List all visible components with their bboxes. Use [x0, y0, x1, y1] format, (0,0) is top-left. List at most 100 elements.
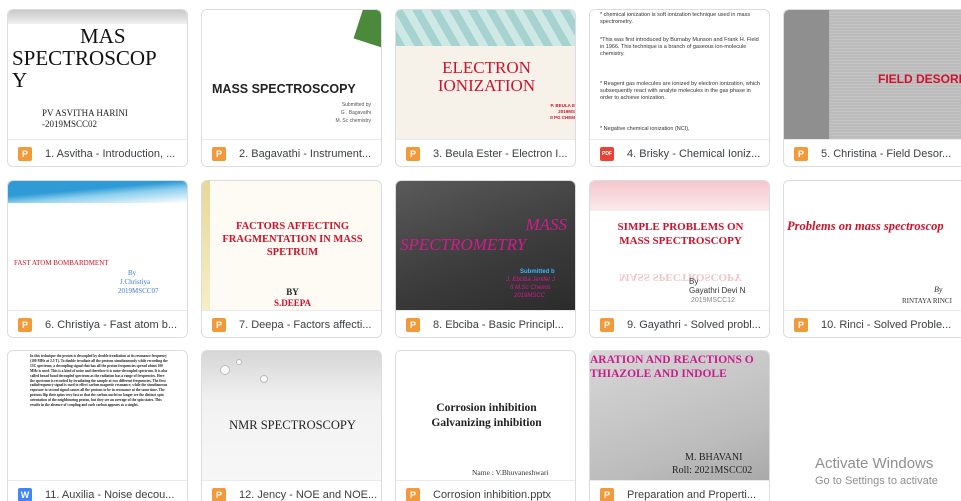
- file-card[interactable]: * chemical ionization is soft ionization…: [589, 9, 770, 167]
- file-thumbnail: * chemical ionization is soft ionization…: [590, 10, 769, 139]
- file-thumbnail: SIMPLE PROBLEMS ON MASS SPECTROSCOPY MAS…: [590, 181, 769, 310]
- file-card[interactable]: In this technique the proton is decouple…: [7, 350, 188, 501]
- slide-roll: Roll: 2021MSCC02: [672, 465, 753, 476]
- file-name: 5. Christina - Field Desor...: [821, 148, 952, 160]
- file-footer: P 10. Rinci - Solved Proble...: [784, 310, 961, 337]
- slide-by: BY: [286, 287, 299, 297]
- slide-subtitle: Submitted b: [520, 269, 555, 275]
- file-thumbnail: Corrosion inhibition Galvanizing inhibit…: [396, 351, 575, 480]
- slide-subtitle: P. BEULA E: [550, 103, 575, 108]
- slide-title: FAST ATOM BOMBARDMENT: [14, 259, 109, 267]
- file-card[interactable]: ELECTRON IONIZATION P. BEULA E 2019MS II…: [395, 9, 576, 167]
- file-footer: W 11. Auxilia - Noise decou...: [8, 480, 187, 501]
- slide-pattern-band: [396, 10, 575, 46]
- slide-paragraph: * Negative chemical ionization (NCI),: [600, 126, 690, 132]
- file-thumbnail: ARATION AND REACTIONS O THIAZOLE AND IND…: [590, 351, 769, 480]
- document-body: In this technique the proton is decouple…: [30, 354, 168, 408]
- file-card[interactable]: ARATION AND REACTIONS O THIAZOLE AND IND…: [589, 350, 770, 501]
- file-card[interactable]: FACTORS AFFECTING FRAGMENTATION IN MASS …: [201, 180, 382, 338]
- slide-author: J.Christiya: [120, 278, 151, 286]
- slide-title: FRAGMENTATION IN MASS: [222, 234, 363, 245]
- slide-subtitle: J. Ebciba Jenifer J: [506, 277, 556, 283]
- file-thumbnail: FIELD DESORP A 20: [784, 10, 961, 139]
- file-thumbnail: Problems on mass spectroscop By RINTAYA …: [784, 181, 961, 310]
- slide-title: ARATION AND REACTIONS O: [590, 354, 754, 366]
- activate-windows-watermark: Activate Windows Go to Settings to activ…: [815, 455, 938, 487]
- powerpoint-icon: P: [18, 318, 32, 332]
- powerpoint-icon: P: [212, 318, 226, 332]
- file-name: 1. Asvitha - Introduction, ...: [45, 148, 176, 160]
- slide-subtitle: 2019MSCC: [514, 293, 546, 299]
- powerpoint-icon: P: [794, 147, 808, 161]
- slide-author: S.DEEPA: [273, 298, 312, 308]
- file-footer: P 9. Gayathri - Solved probl...: [590, 310, 769, 337]
- file-footer: P 7. Deepa - Factors affecti...: [202, 310, 381, 337]
- file-thumbnail: MASS SPECTROMETRY Submitted b J. Ebciba …: [396, 181, 575, 310]
- file-name: 8. Ebciba - Basic Principl...: [433, 319, 564, 331]
- slide-title: Galvanizing inhibition: [431, 417, 542, 429]
- file-card[interactable]: Problems on mass spectroscop By RINTAYA …: [783, 180, 961, 338]
- slide-author: Gayathri Devi N: [689, 286, 746, 295]
- word-icon: W: [18, 488, 32, 501]
- file-footer: P 8. Ebciba - Basic Principl...: [396, 310, 575, 337]
- slide-title: MASS SPECTROSCOPY: [619, 235, 742, 247]
- slide-title: Problems on mass spectroscop: [787, 219, 944, 233]
- slide-title: SIMPLE PROBLEMS ON: [617, 221, 744, 233]
- file-card[interactable]: SIMPLE PROBLEMS ON MASS SPECTROSCOPY MAS…: [589, 180, 770, 338]
- file-card[interactable]: MASS SPECTROMETRY Submitted b J. Ebciba …: [395, 180, 576, 338]
- file-card[interactable]: MAS SPECTROSCOP Y PV ASVITHA HARINI -201…: [7, 9, 188, 167]
- powerpoint-icon: P: [18, 147, 32, 161]
- slide-subtitle: M. Sc chemistry: [335, 118, 371, 124]
- slide-title: SPECTROMETRY: [400, 235, 527, 254]
- file-footer: P 5. Christina - Field Desor...: [784, 139, 961, 166]
- slide-subtitle: 2019MS: [558, 109, 575, 114]
- file-footer: P Corrosion inhibition.pptx: [396, 480, 575, 501]
- file-name: Preparation and Properti...: [627, 489, 757, 501]
- watermark-title: Activate Windows: [815, 455, 934, 472]
- slide-title: THIAZOLE AND INDOLE: [590, 368, 727, 380]
- file-card[interactable]: NMR SPECTROSCOPY P 12. Jency - NOE and N…: [201, 350, 382, 501]
- slide-bubble: [260, 375, 268, 383]
- powerpoint-icon: P: [794, 318, 808, 332]
- slide-title: IONIZATION: [437, 76, 536, 95]
- file-thumbnail: MASS SPECTROSCOPY Submitted by G . Bagav…: [202, 10, 381, 139]
- slide-paragraph: *This was first introduced by Burnaby Mu…: [600, 37, 759, 57]
- slide-title: ELECTRON: [442, 58, 531, 77]
- slide-author: RINTAYA RINCI: [902, 297, 952, 305]
- slide-title: MASS: [525, 215, 567, 234]
- file-card[interactable]: FIELD DESORP A 20 P 5. Christina - Field…: [783, 9, 961, 167]
- file-card[interactable]: FAST ATOM BOMBARDMENT By J.Christiya 201…: [7, 180, 188, 338]
- slide-author: PV ASVITHA HARINI: [42, 108, 128, 118]
- file-footer: P 12. Jency - NOE and NOE...: [202, 480, 381, 501]
- file-name: 10. Rinci - Solved Proble...: [821, 319, 952, 331]
- file-name: 12. Jency - NOE and NOE...: [239, 489, 378, 501]
- file-thumbnail: NMR SPECTROSCOPY: [202, 351, 381, 480]
- file-name: 6. Christiya - Fast atom b...: [45, 319, 178, 331]
- slide-subtitle: II PG CHEM: [550, 115, 575, 120]
- powerpoint-icon: P: [600, 488, 614, 501]
- slide-title: SPECTROSCOP: [12, 46, 157, 70]
- slide-by: By: [689, 277, 699, 286]
- slide-author: Name : V.Bhuvaneshwari: [472, 468, 549, 477]
- file-thumbnail: MAS SPECTROSCOP Y PV ASVITHA HARINI -201…: [8, 10, 187, 139]
- slide-roll: 2019MSCC12: [691, 297, 735, 304]
- file-name: 4. Brisky - Chemical Ioniz...: [627, 148, 761, 160]
- powerpoint-icon: P: [212, 147, 226, 161]
- slide-header-wave: [8, 181, 187, 203]
- powerpoint-icon: P: [406, 147, 420, 161]
- file-footer: P Preparation and Properti...: [590, 480, 769, 501]
- file-name: 3. Beula Ester - Electron I...: [433, 148, 568, 160]
- powerpoint-icon: P: [406, 318, 420, 332]
- file-card[interactable]: MASS SPECTROSCOPY Submitted by G . Bagav…: [201, 9, 382, 167]
- slide-title: NMR SPECTROSCOPY: [229, 418, 356, 432]
- slide-title-reflection: MASS SPECTROSCOPY: [619, 271, 742, 283]
- slide-roll: 2019MSCC07: [118, 287, 159, 295]
- pdf-icon: PDF: [600, 147, 614, 161]
- powerpoint-icon: P: [406, 488, 420, 501]
- file-footer: P 3. Beula Ester - Electron I...: [396, 139, 575, 166]
- file-card[interactable]: Corrosion inhibition Galvanizing inhibit…: [395, 350, 576, 501]
- file-thumbnail: In this technique the proton is decouple…: [8, 351, 187, 480]
- file-footer: P 1. Asvitha - Introduction, ...: [8, 139, 187, 166]
- file-name: 2. Bagavathi - Instrument...: [239, 148, 372, 160]
- file-name: Corrosion inhibition.pptx: [433, 489, 552, 501]
